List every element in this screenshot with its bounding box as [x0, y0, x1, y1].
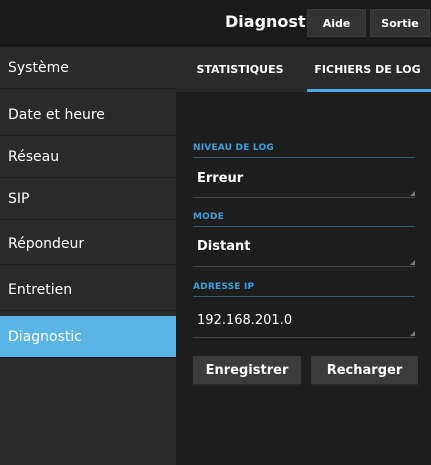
sidebar: Système Date et heure Réseau SIP Réponde… — [0, 47, 176, 465]
log-level-select[interactable]: Erreur — [197, 171, 243, 186]
reload-button[interactable]: Recharger — [311, 356, 418, 386]
ip-underline — [193, 337, 415, 338]
exit-button[interactable]: Sortie — [370, 9, 430, 37]
sidebar-item-systeme[interactable]: Système — [0, 47, 176, 89]
sidebar-item-sip[interactable]: SIP — [0, 178, 176, 220]
ip-input[interactable]: 192.168.201.0 — [197, 313, 292, 328]
log-level-divider — [193, 157, 415, 158]
dropdown-corner-icon — [410, 260, 415, 265]
tab-statistiques[interactable]: STATISTIQUES — [176, 47, 304, 92]
input-corner-icon — [410, 331, 415, 336]
top-bar — [0, 0, 431, 46]
ip-label: ADRESSE IP — [193, 282, 255, 292]
mode-underline — [193, 266, 415, 267]
sidebar-item-reseau[interactable]: Réseau — [0, 136, 176, 178]
sidebar-item-date-heure[interactable]: Date et heure — [0, 94, 176, 136]
tab-bar: STATISTIQUES FICHIERS DE LOG — [176, 47, 431, 92]
ip-divider — [193, 296, 415, 297]
sidebar-item-repondeur[interactable]: Répondeur — [0, 223, 176, 265]
log-level-label: NIVEAU DE LOG — [193, 143, 274, 153]
tab-fichiers-de-log[interactable]: FICHIERS DE LOG — [304, 47, 431, 92]
sidebar-item-entretien[interactable]: Entretien — [0, 269, 176, 311]
sidebar-item-diagnostic[interactable]: Diagnostic — [0, 316, 176, 358]
log-level-underline — [193, 197, 415, 198]
help-button[interactable]: Aide — [307, 9, 366, 37]
mode-select[interactable]: Distant — [197, 239, 250, 254]
mode-label: MODE — [193, 212, 225, 222]
mode-divider — [193, 226, 415, 227]
dropdown-corner-icon — [410, 191, 415, 196]
save-button[interactable]: Enregistrer — [193, 356, 301, 386]
